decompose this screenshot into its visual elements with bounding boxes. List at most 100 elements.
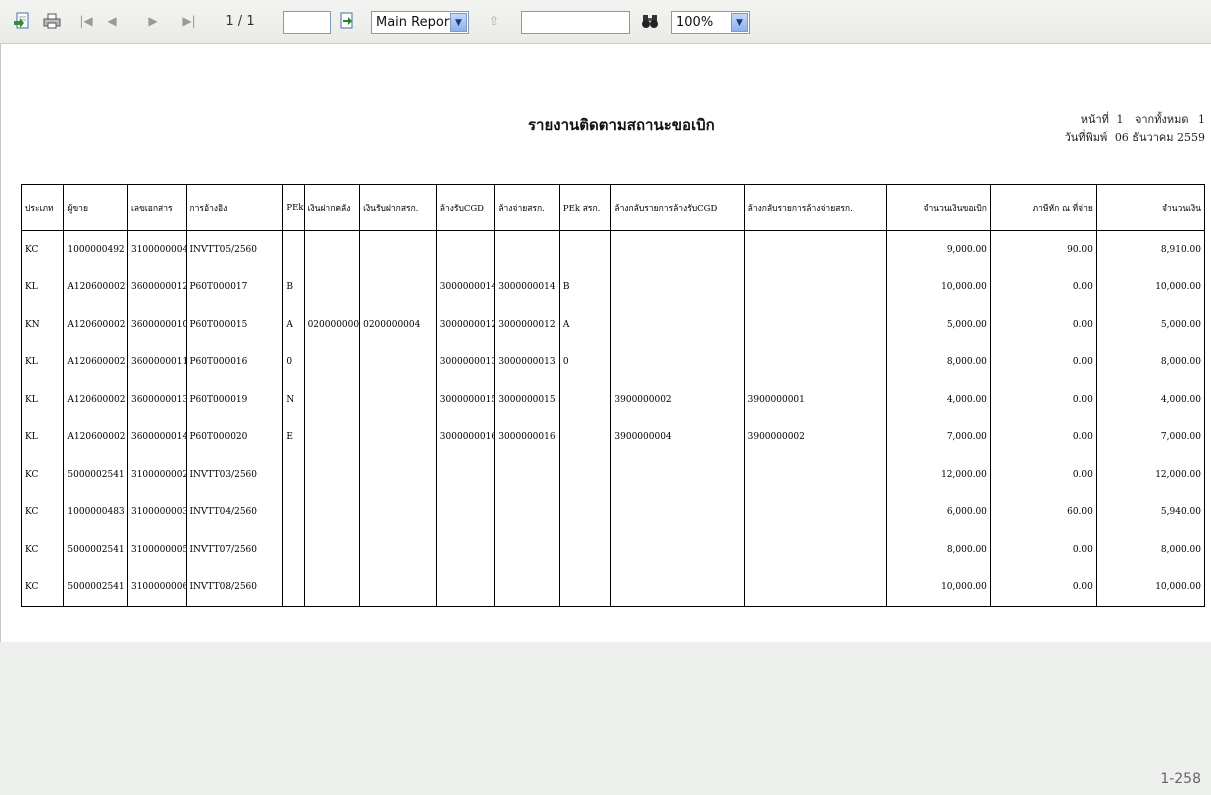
table-cell: INVTT05/2560: [185, 230, 284, 269]
table-row: KN A120600002 3600000010 P60T000015 A 0200000…: [20, 306, 1206, 344]
table-cell: A120600002: [63, 268, 128, 306]
table-cell: [303, 381, 361, 419]
col-header-pek-agency: PEk สรก.: [558, 184, 612, 231]
table-cell: [359, 568, 437, 607]
table-cell: 0: [558, 343, 612, 381]
table-cell: [494, 531, 560, 569]
table-cell: [282, 456, 305, 494]
last-page-button[interactable]: ▶|: [178, 10, 200, 32]
table-row: KL A120600002 3600000011 P60T000016 0 3000000…: [20, 343, 1206, 381]
table-cell: [610, 531, 745, 569]
table-row: KL A120600002 3600000014 P60T000020 E 3000000…: [20, 418, 1206, 456]
table-cell: [359, 493, 437, 531]
previous-page-icon: ◀: [107, 14, 117, 28]
table-cell: P60T000017: [185, 268, 284, 306]
table-cell: [558, 568, 612, 607]
table-cell: [494, 568, 560, 607]
search-button[interactable]: [639, 10, 661, 32]
slide-page-code: 1-258: [1160, 771, 1201, 787]
zoom-select[interactable]: 100% ▼: [671, 11, 750, 34]
table-cell: [743, 306, 887, 344]
table-row: KC 5000002541 3100000002 INVTT03/2560 12,000…: [20, 456, 1206, 494]
table-cell: [282, 531, 305, 569]
table-cell: 3100000006: [126, 568, 187, 607]
table-cell: 5,000.00: [885, 306, 991, 344]
table-cell: [303, 418, 361, 456]
table-cell: 5000002541: [63, 531, 128, 569]
page-info: หน้าที่ 1 จากทั้งหมด 1: [1081, 110, 1205, 128]
table-cell: 0.00: [989, 568, 1097, 607]
table-cell: [558, 381, 612, 419]
table-cell: 5000002541: [63, 456, 128, 494]
previous-page-button[interactable]: ◀: [101, 10, 123, 32]
table-cell: 60.00: [989, 493, 1097, 531]
table-cell: KC: [20, 230, 65, 269]
print-button[interactable]: [41, 10, 63, 32]
table-cell: KN: [20, 306, 65, 344]
table-cell: 0.00: [989, 531, 1097, 569]
table-cell: [303, 456, 361, 494]
table-cell: 0.00: [989, 418, 1097, 456]
table-cell: KL: [20, 343, 65, 381]
table-cell: [558, 418, 612, 456]
table-cell: 3000000015: [435, 381, 496, 419]
table-cell: 10,000.00: [885, 568, 991, 607]
table-cell: [610, 493, 745, 531]
table-cell: [359, 268, 437, 306]
table-cell: 0200000004: [359, 306, 437, 344]
table-cell: 8,000.00: [1095, 343, 1206, 381]
goto-page-input[interactable]: [283, 11, 331, 34]
table-cell: [303, 568, 361, 607]
col-header-amount: จำนวนเงิน: [1095, 184, 1206, 231]
table-cell: [743, 493, 887, 531]
chevron-down-icon: ▼: [731, 13, 748, 32]
table-cell: 1000000483: [63, 493, 128, 531]
group-tree-select[interactable]: Main Report ▼: [371, 11, 469, 34]
goto-page-button[interactable]: [336, 10, 358, 32]
table-cell: [494, 493, 560, 531]
table-row: KC 5000002541 3100000005 INVTT07/2560 8,000.…: [20, 531, 1206, 569]
table-cell: B: [558, 268, 612, 306]
table-cell: [494, 456, 560, 494]
binoculars-icon: [642, 15, 658, 28]
table-cell: [303, 343, 361, 381]
table-cell: 3100000004: [126, 230, 187, 269]
drill-up-button[interactable]: ⇧: [483, 10, 505, 32]
report-viewer-toolbar: |◀ ◀ ▶ ▶| 1 / 1 Main Report ▼ ⇧ 100% ▼: [0, 0, 1211, 44]
of-label: จากทั้งหมด: [1134, 113, 1189, 126]
next-page-icon: ▶: [148, 14, 158, 28]
table-cell: [282, 568, 305, 607]
table-cell: A120600002: [63, 418, 128, 456]
table-cell: KL: [20, 418, 65, 456]
table-cell: [359, 531, 437, 569]
table-row: KL A120600002 3600000012 P60T000017 B 3000000…: [20, 268, 1206, 306]
table-cell: [303, 230, 361, 269]
table-cell: 12,000.00: [1095, 456, 1206, 494]
search-input[interactable]: [521, 11, 630, 34]
table-cell: P60T000019: [185, 381, 284, 419]
drill-up-arrow-icon: ⇧: [488, 14, 500, 28]
page-label: หน้าที่: [1080, 113, 1109, 126]
col-header-vendor: ผู้ขาย: [63, 184, 128, 231]
table-cell: [610, 306, 745, 344]
table-row: KL A120600002 3600000013 P60T000019 N 3000000…: [20, 381, 1206, 419]
next-page-button[interactable]: ▶: [142, 10, 164, 32]
first-page-button[interactable]: |◀: [75, 10, 97, 32]
col-header-type: ประเภท: [20, 184, 65, 231]
table-cell: 3900000004: [610, 418, 745, 456]
table-cell: 8,000.00: [885, 531, 991, 569]
table-cell: [359, 381, 437, 419]
table-cell: 3000000016: [435, 418, 496, 456]
table-cell: 0.00: [989, 456, 1097, 494]
col-header-pek: PEk: [282, 184, 305, 231]
export-button[interactable]: [11, 10, 33, 32]
table-cell: 3000000013: [435, 343, 496, 381]
print-date-info: วันที่พิมพ์ 06 ธันวาคม 2559: [1065, 128, 1205, 146]
last-page-icon: ▶|: [182, 14, 196, 28]
table-cell: 1000000492: [63, 230, 128, 269]
table-cell: 8,910.00: [1095, 230, 1206, 269]
table-cell: 0.00: [989, 306, 1097, 344]
report-page: รายงานติดตามสถานะขอเบิก หน้าที่ 1 จากทั้…: [0, 44, 1211, 642]
table-header-row: ประเภท ผู้ขาย เลขเอกสาร การอ้างอิง PEk เ…: [20, 184, 1206, 231]
table-cell: 0.00: [989, 381, 1097, 419]
